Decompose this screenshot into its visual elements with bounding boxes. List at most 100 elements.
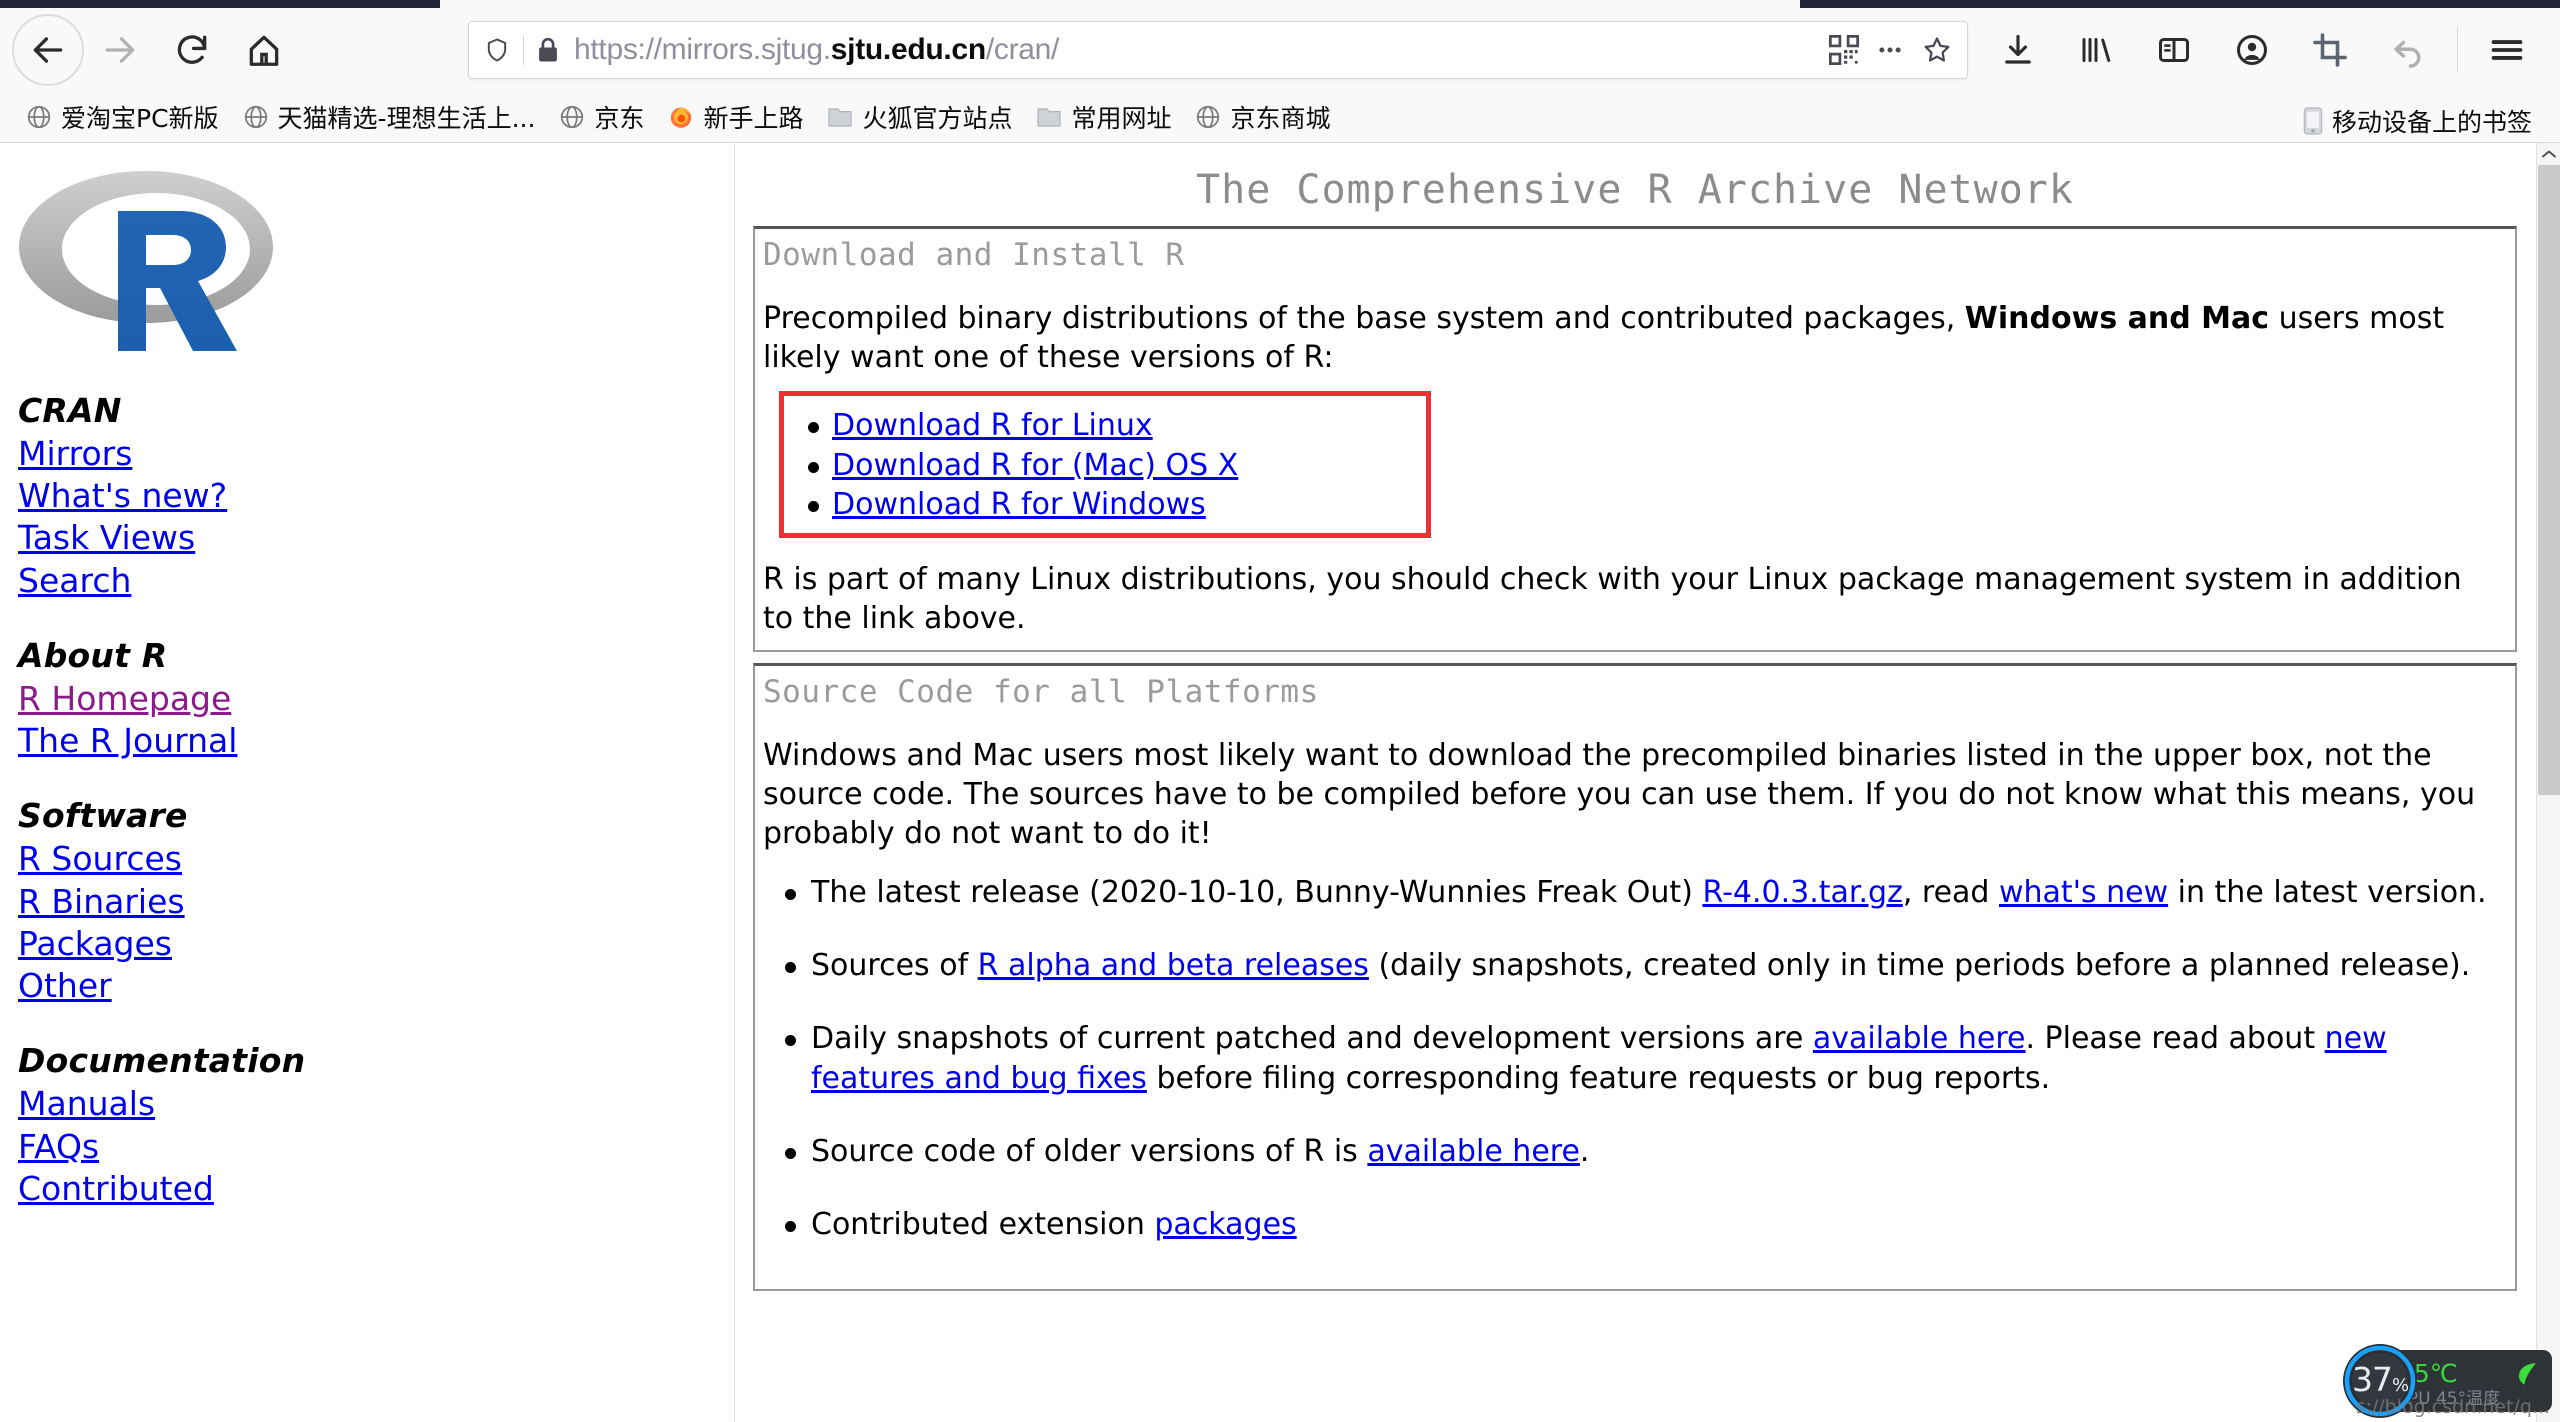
bookmark-item[interactable]: 天猫精选-理想生活上...	[231, 95, 548, 139]
download-links-highlight-box: Download R for Linux Download R for (Mac…	[779, 391, 1431, 538]
page-scrollbar[interactable]	[2536, 143, 2560, 1422]
phone-icon	[2303, 107, 2323, 135]
sidebar-item-faqs[interactable]: FAQs	[18, 1126, 418, 1168]
scroll-up-button[interactable]	[2537, 143, 2560, 165]
toolbar-right-group	[1979, 8, 2560, 92]
older-versions-available-here-link[interactable]: available here	[1367, 1134, 1580, 1169]
bullet-text: Sources of	[811, 948, 978, 984]
account-button[interactable]	[2213, 11, 2291, 89]
list-item: Download R for (Mac) OS X	[784, 446, 1426, 486]
download-panel-heading: Download and Install R	[763, 237, 1185, 273]
bookmark-label: 京东	[594, 104, 645, 133]
bullet-text: in the latest version.	[2168, 874, 2487, 910]
download-intro-paragraph: Precompiled binary distributions of the …	[763, 299, 2501, 377]
toolbar-separator	[2457, 27, 2458, 73]
sidebar-item-the-r-journal[interactable]: The R Journal	[18, 720, 418, 762]
source-bullet-list: The latest release (2020-10-10, Bunny-Wu…	[763, 873, 2501, 1245]
sidebar-item-contributed[interactable]: Contributed	[18, 1168, 418, 1210]
download-r-macosx-link[interactable]: Download R for (Mac) OS X	[832, 448, 1238, 483]
page-viewport: CRAN Mirrors What's new? Task Views Sear…	[0, 143, 2560, 1422]
folder-icon	[1037, 108, 1062, 127]
globe-icon	[561, 105, 584, 129]
sidebar-item-whats-new[interactable]: What's new?	[18, 475, 418, 517]
back-arrow-icon	[33, 37, 63, 63]
list-item-older-versions: Source code of older versions of R is av…	[763, 1132, 2501, 1171]
forward-button[interactable]	[84, 14, 156, 86]
bookmark-item[interactable]: 爱淘宝PC新版	[14, 95, 231, 139]
cran-main-content: The Comprehensive R Archive Network Down…	[735, 143, 2535, 1422]
bookmark-item[interactable]: 京东	[547, 95, 656, 139]
sidebar-icon	[2159, 38, 2189, 62]
list-item-daily-snapshots: Daily snapshots of current patched and d…	[763, 1019, 2501, 1098]
download-outro-paragraph: R is part of many Linux distributions, y…	[763, 561, 2462, 636]
bullet-text: , read	[1902, 874, 1999, 910]
bullet-text: The latest release (2020-10-10, Bunny-Wu…	[811, 874, 1703, 910]
whats-new-link[interactable]: what's new	[1999, 875, 2168, 910]
bookmark-label: 常用网址	[1071, 104, 1172, 133]
forward-arrow-icon	[105, 37, 135, 63]
sidebar-group-cran: CRAN Mirrors What's new? Task Views Sear…	[18, 391, 418, 602]
sidebar-item-search[interactable]: Search	[18, 560, 418, 602]
r-tarball-link[interactable]: R-4.0.3.tar.gz	[1702, 875, 1902, 910]
sidebar-item-task-views[interactable]: Task Views	[18, 517, 418, 559]
tracking-shield-icon[interactable]	[483, 36, 511, 64]
qr-code-icon[interactable]	[1829, 35, 1859, 65]
download-r-windows-link[interactable]: Download R for Windows	[832, 487, 1206, 522]
url-text[interactable]: https://mirrors.sjtug.sjtu.edu.cn/cran/	[574, 33, 1813, 67]
sidebar-item-manuals[interactable]: Manuals	[18, 1083, 418, 1125]
globe-icon	[27, 105, 51, 129]
sidebar-item-r-sources[interactable]: R Sources	[18, 838, 418, 880]
bookmark-label: 天猫精选-理想生活上...	[277, 104, 536, 133]
home-button[interactable]	[228, 14, 300, 86]
bookmark-folder-item[interactable]: 火狐官方站点	[815, 95, 1024, 139]
chevron-up-icon	[2542, 150, 2556, 158]
contributed-packages-link[interactable]: packages	[1154, 1207, 1296, 1242]
sidebar-heading: Software	[18, 796, 188, 836]
list-item-latest-release: The latest release (2020-10-10, Bunny-Wu…	[763, 873, 2501, 912]
bookmark-folder-item[interactable]: 常用网址	[1024, 95, 1183, 139]
download-r-linux-link[interactable]: Download R for Linux	[832, 408, 1153, 443]
download-intro-part1: Precompiled binary distributions of the …	[763, 301, 1965, 336]
sidebar-item-other[interactable]: Other	[18, 965, 418, 1007]
sidebar-item-mirrors[interactable]: Mirrors	[18, 433, 418, 475]
active-tab[interactable]	[440, 0, 1800, 8]
sidebar-heading: Documentation	[18, 1041, 306, 1081]
sidebar-item-r-homepage[interactable]: R Homepage	[18, 678, 418, 720]
shield-icon	[487, 38, 507, 62]
url-bar[interactable]: https://mirrors.sjtug.sjtu.edu.cn/cran/	[468, 21, 1968, 79]
download-install-panel: Download and Install R Precompiled binar…	[753, 226, 2517, 652]
library-icon	[2082, 38, 2111, 62]
bullet-text: before filing corresponding feature requ…	[1146, 1060, 2051, 1096]
browser-chrome: https://mirrors.sjtug.sjtu.edu.cn/cran/	[0, 0, 2560, 143]
sidebar-item-r-binaries[interactable]: R Binaries	[18, 881, 418, 923]
back-button[interactable]	[12, 14, 84, 86]
downloads-button[interactable]	[1979, 11, 2057, 89]
snapshots-available-here-link[interactable]: available here	[1813, 1021, 2026, 1056]
alpha-beta-releases-link[interactable]: R alpha and beta releases	[978, 948, 1369, 983]
app-menu-button[interactable]	[2468, 11, 2546, 89]
list-item-alpha-beta: Sources of R alpha and beta releases (da…	[763, 946, 2501, 985]
lock-icon[interactable]	[536, 36, 560, 64]
sidebar-item-packages[interactable]: Packages	[18, 923, 418, 965]
library-button[interactable]	[2057, 11, 2135, 89]
url-bar-divider	[523, 35, 524, 65]
undo-button[interactable]	[2369, 11, 2447, 89]
bookmark-item[interactable]: 新手上路	[656, 95, 815, 139]
sidebar-heading: CRAN	[18, 391, 122, 430]
page-actions-button[interactable]	[1875, 35, 1905, 65]
bookmark-star-button[interactable]	[1921, 34, 1953, 66]
url-prefix: https://mirrors.sjtug.	[574, 33, 831, 66]
reload-button[interactable]	[156, 14, 228, 86]
bookmark-mobile-folder[interactable]: 移动设备上的书签	[2291, 99, 2544, 143]
r-logo-icon	[19, 171, 273, 351]
undo-icon	[2394, 40, 2421, 68]
gauge-number: 37	[2351, 1360, 2393, 1399]
sidebar-toggle-button[interactable]	[2135, 11, 2213, 89]
home-icon	[249, 35, 279, 66]
download-icon	[2005, 34, 2031, 64]
screenshot-button[interactable]	[2291, 11, 2369, 89]
system-monitor-widget[interactable]: 45℃ CPU 45°温度 37%	[2340, 1342, 2552, 1420]
bookmark-item[interactable]: 京东商城	[1183, 95, 1342, 139]
download-links-list: Download R for Linux Download R for (Mac…	[784, 406, 1426, 525]
scrollbar-thumb[interactable]	[2538, 165, 2560, 795]
